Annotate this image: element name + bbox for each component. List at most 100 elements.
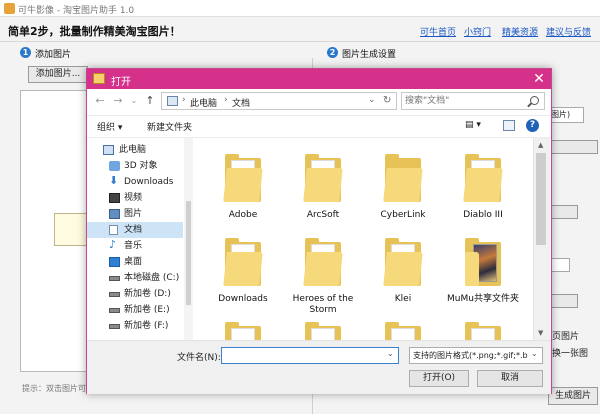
open-file-dialog: 打开 ✕ ← → ⌄ ↑ › 此电脑 › 文档 ⌄ ↻ 组织 ▾ 新建文件夹 ▤…: [86, 68, 552, 394]
nav-item-label: 3D 对象: [124, 161, 158, 171]
nav-item-label: 视频: [124, 193, 143, 203]
settings-button[interactable]: [548, 205, 578, 219]
preview-pane-icon[interactable]: [503, 120, 515, 131]
link-tips[interactable]: 小窍门: [464, 25, 491, 38]
nav-item-downloads[interactable]: ⬇ Downloads: [87, 174, 183, 190]
scroll-up-icon[interactable]: ▲: [538, 141, 543, 149]
nav-item-label: 桌面: [124, 257, 143, 267]
chevron-down-icon[interactable]: ⌄: [368, 95, 376, 105]
filetype-select[interactable]: 支持的图片格式(*.png;*.gif;*.b: [409, 347, 543, 364]
nav-item-label: Downloads: [124, 177, 174, 187]
nav-item-documents[interactable]: 文档: [87, 222, 183, 238]
settings-button[interactable]: [548, 140, 598, 154]
folder-tile[interactable]: [285, 314, 361, 340]
download-icon: ⬇: [109, 174, 119, 187]
nav-item-label: 新加卷 (E:): [124, 305, 170, 315]
link-resources[interactable]: 精美资源: [502, 25, 538, 38]
forward-arrow-icon[interactable]: →: [111, 94, 125, 108]
headline: 简单2步，批量制作精美淘宝图片！: [8, 25, 181, 38]
scroll-down-icon[interactable]: ▼: [538, 329, 543, 337]
help-icon[interactable]: ?: [526, 119, 539, 132]
folder-tile[interactable]: [365, 314, 441, 340]
search-box[interactable]: [401, 92, 545, 110]
file-grid-scrollbar-thumb[interactable]: [536, 153, 546, 245]
pictures-icon: [109, 209, 120, 219]
nav-item-label: 新加卷 (D:): [124, 289, 171, 299]
folder-tile[interactable]: Diablo III: [445, 146, 521, 232]
nav-item-label: 本地磁盘 (C:): [124, 273, 180, 283]
size-select[interactable]: 图片): [548, 107, 584, 123]
folder-tile[interactable]: Downloads: [205, 230, 281, 316]
folder-label: Adobe: [228, 210, 258, 220]
filename-label: 文件名(N):: [177, 353, 221, 363]
breadcrumb-this-pc[interactable]: 此电脑: [190, 96, 217, 109]
folder-tile[interactable]: Klei: [365, 230, 441, 316]
new-folder-button[interactable]: 新建文件夹: [147, 120, 192, 133]
app-title: 可牛影像 - 淘宝图片助手 1.0: [18, 6, 135, 16]
nav-item-drive-f[interactable]: 新加卷 (F:): [87, 318, 183, 334]
drive-icon: [109, 292, 120, 297]
breadcrumb-separator: ›: [182, 95, 186, 105]
folder-tile[interactable]: ArcSoft: [285, 146, 361, 232]
settings-button[interactable]: [548, 294, 578, 308]
hint-text: 提示：双击图片可: [22, 384, 86, 393]
folder-tile[interactable]: CyberLink: [365, 146, 441, 232]
back-arrow-icon[interactable]: ←: [93, 94, 107, 108]
3d-objects-icon: [109, 161, 120, 171]
image-thumbnail[interactable]: [54, 213, 90, 246]
folder-label: MuMu共享文件夹: [447, 294, 519, 304]
dialog-title: 打开: [111, 77, 131, 88]
open-button[interactable]: 打开(O): [409, 370, 469, 387]
view-options-button[interactable]: ▤ ▾: [465, 120, 487, 132]
folder-label: CyberLink: [380, 210, 426, 220]
search-input[interactable]: [405, 95, 523, 107]
chevron-down-icon[interactable]: ⌄: [531, 349, 538, 358]
nav-item-pictures[interactable]: 图片: [87, 206, 183, 222]
drive-icon: [109, 276, 120, 281]
folder-tile[interactable]: [205, 314, 281, 340]
breadcrumb-documents[interactable]: 文档: [232, 96, 250, 109]
up-arrow-icon[interactable]: ↑: [143, 94, 157, 108]
filename-input[interactable]: [221, 347, 399, 364]
step1-label: 添加图片: [35, 50, 72, 60]
nav-item-drive-d[interactable]: 新加卷 (D:): [87, 286, 183, 302]
documents-icon: [109, 225, 118, 235]
nav-item-drive-e[interactable]: 新加卷 (E:): [87, 302, 183, 318]
video-icon: [109, 193, 120, 203]
folder-label: Klei: [394, 294, 412, 304]
desktop-icon: [109, 257, 120, 267]
folder-label: Heroes of the Storm: [292, 294, 354, 315]
link-feedback[interactable]: 建议与反馈: [546, 25, 591, 38]
app-logo-icon: [4, 3, 15, 14]
cancel-button[interactable]: 取消: [477, 370, 543, 387]
step2-number-icon: 2: [327, 47, 338, 58]
nav-item-label: 图片: [124, 209, 143, 219]
link-home[interactable]: 可牛首页: [420, 25, 456, 38]
nav-item-3d-objects[interactable]: 3D 对象: [87, 158, 183, 174]
close-icon[interactable]: ✕: [527, 69, 551, 89]
computer-icon: [103, 145, 114, 155]
refresh-icon[interactable]: ↻: [383, 95, 391, 106]
generate-button[interactable]: 生成图片: [548, 387, 598, 405]
add-image-button[interactable]: 添加图片...: [28, 66, 88, 83]
chevron-down-icon[interactable]: ⌄: [127, 94, 141, 108]
folder-tile[interactable]: MuMu共享文件夹: [445, 230, 521, 316]
nav-item-desktop[interactable]: 桌面: [87, 254, 183, 270]
chevron-down-icon[interactable]: ⌄: [387, 349, 394, 358]
address-bar[interactable]: › 此电脑 › 文档 ⌄ ↻: [161, 92, 397, 110]
navigation-pane: 此电脑 3D 对象 ⬇ Downloads 视频 图片 文档 ♪ 音乐 桌面 本…: [87, 138, 193, 340]
toolbar-divider: [87, 115, 551, 116]
dialog-titlebar: 打开 ✕: [87, 69, 551, 89]
nav-scrollbar-thumb[interactable]: [186, 201, 191, 305]
nav-item-drive-c[interactable]: 本地磁盘 (C:): [87, 270, 183, 286]
change-image-label: 换一张图: [552, 349, 589, 359]
organize-button[interactable]: 组织 ▾: [97, 120, 122, 133]
folder-tile[interactable]: Heroes of the Storm: [285, 230, 361, 316]
folder-tile[interactable]: [445, 314, 521, 340]
folder-tile[interactable]: Adobe: [205, 146, 281, 232]
nav-item-this-pc[interactable]: 此电脑: [87, 142, 183, 158]
nav-item-videos[interactable]: 视频: [87, 190, 183, 206]
nav-item-label: 文档: [124, 225, 143, 235]
search-icon-handle: [527, 102, 532, 108]
nav-item-music[interactable]: ♪ 音乐: [87, 238, 183, 254]
